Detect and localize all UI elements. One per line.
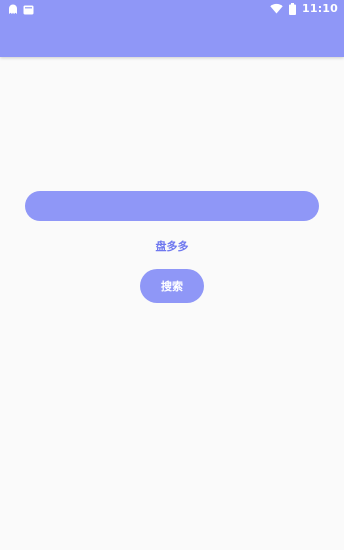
notification-ghost-icon: [8, 4, 18, 15]
app-bar: 11:10: [0, 0, 344, 57]
status-bar: 11:10: [0, 0, 344, 20]
notification-card-icon: [23, 5, 34, 15]
status-left-icons: [8, 4, 34, 15]
search-input[interactable]: [25, 191, 319, 221]
wifi-icon: [270, 3, 283, 14]
status-right-icons: 11:10: [270, 2, 338, 15]
status-time: 11:10: [301, 2, 338, 15]
brand-label: 盘多多: [155, 240, 189, 253]
battery-icon: [288, 2, 296, 15]
search-button[interactable]: 搜索: [140, 269, 204, 303]
